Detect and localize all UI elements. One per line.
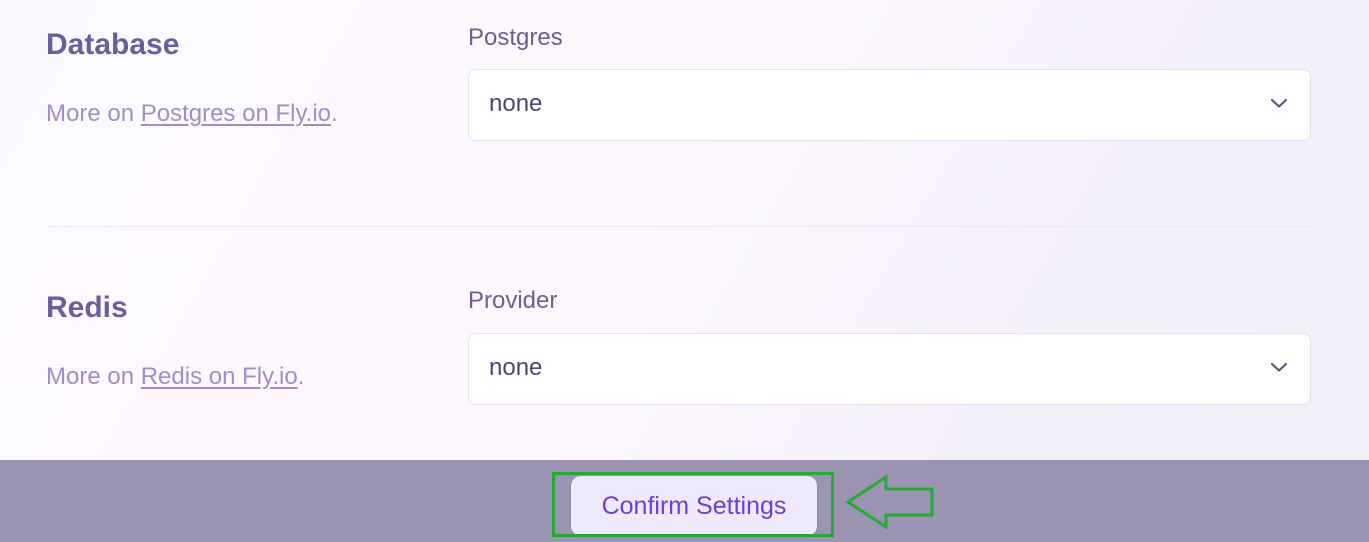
provider-select-value: none [489, 354, 543, 381]
provider-select[interactable]: none [468, 333, 1311, 405]
database-desc-prefix: More on [46, 100, 141, 127]
highlight-annotation [552, 472, 834, 537]
redis-docs-link[interactable]: Redis on Fly.io [141, 363, 298, 390]
redis-desc-suffix: . [297, 363, 305, 390]
database-description: More on Postgres on Fly.io. [46, 102, 338, 126]
left-arrow-icon [845, 474, 934, 530]
redis-description: More on Redis on Fly.io. [46, 365, 304, 389]
database-desc-suffix: . [331, 100, 338, 127]
chevron-down-icon [1270, 98, 1288, 108]
postgres-select[interactable]: none [468, 69, 1311, 141]
redis-title: Redis [46, 291, 128, 324]
postgres-select-value: none [489, 90, 543, 117]
database-title: Database [46, 28, 180, 61]
section-divider [46, 226, 1311, 227]
postgres-docs-link[interactable]: Postgres on Fly.io [141, 100, 331, 127]
redis-desc-prefix: More on [46, 363, 141, 390]
provider-field-label: Provider [468, 287, 558, 314]
chevron-down-icon [1270, 362, 1288, 372]
postgres-field-label: Postgres [468, 24, 563, 51]
